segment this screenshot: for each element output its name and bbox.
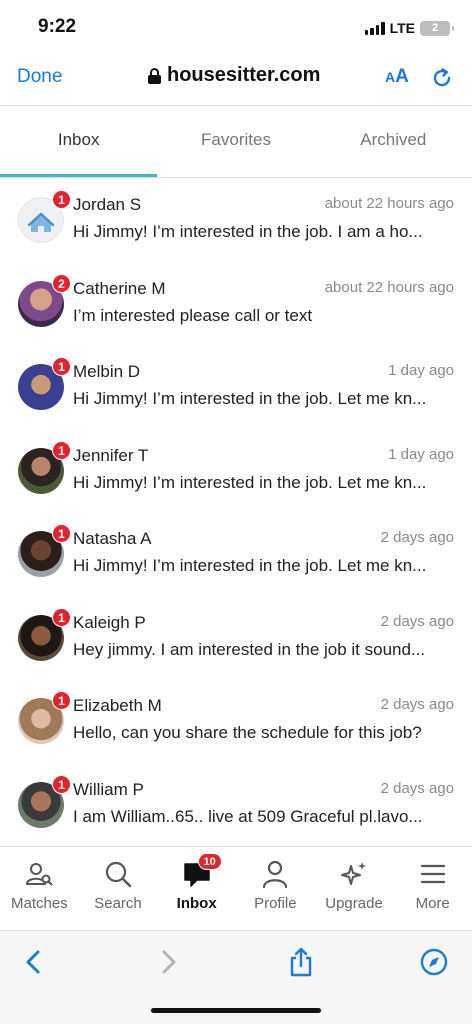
list-item[interactable]: 2 Catherine M about 22 hours ago I’m int… xyxy=(0,263,472,347)
message-time: 1 day ago xyxy=(388,445,454,463)
message-preview: Hi Jimmy! I’m interested in the job. Let… xyxy=(73,472,427,492)
list-item[interactable]: 1 Melbin D 1 day ago Hi Jimmy! I’m inter… xyxy=(0,346,472,430)
nav-label: Inbox xyxy=(176,895,217,912)
unread-badge: 1 xyxy=(52,774,71,794)
sender-name: William P xyxy=(73,779,144,799)
sender-name: Natasha A xyxy=(73,529,152,548)
app-bottom-nav: Matches Search 10 Inbox Profile Upgrade xyxy=(0,846,472,930)
unread-badge: 1 xyxy=(52,190,71,209)
matches-icon xyxy=(26,863,53,886)
nav-label: More xyxy=(415,895,450,912)
sparkle-icon xyxy=(341,862,367,885)
profile-icon xyxy=(263,860,288,889)
nav-label: Matches xyxy=(10,895,68,912)
nav-profile[interactable]: Profile xyxy=(236,847,315,930)
unread-badge: 1 xyxy=(52,691,71,710)
menu-icon xyxy=(420,864,445,884)
inbox-tabs: Inbox Favorites Archived xyxy=(0,106,472,178)
tab-inbox[interactable]: Inbox xyxy=(0,106,158,177)
back-icon[interactable] xyxy=(19,947,49,977)
unread-badge: 1 xyxy=(52,357,71,376)
message-preview: Hey jimmy. I am interested in the job it… xyxy=(73,639,426,659)
status-bar: 9:22 LTE 2 xyxy=(0,0,472,54)
text-size-button[interactable]: AA xyxy=(385,66,409,88)
battery-icon: 2 xyxy=(420,20,454,36)
list-item[interactable]: 1 Kaleigh P 2 days ago Hey jimmy. I am i… xyxy=(0,597,472,681)
sender-name: Jordan S xyxy=(73,195,142,214)
list-item[interactable]: 1 William P 2 days ago I am William..65.… xyxy=(0,764,472,848)
signal-icon xyxy=(364,21,385,35)
nav-label: Upgrade xyxy=(325,895,383,912)
unread-badge: 1 xyxy=(52,524,71,543)
message-preview: Hi Jimmy! I’m interested in the job. Let… xyxy=(73,389,427,408)
list-item[interactable]: 1 Natasha A 2 days ago Hi Jimmy! I’m int… xyxy=(0,513,472,597)
nav-matches[interactable]: Matches xyxy=(0,847,79,930)
nav-more[interactable]: More xyxy=(393,847,472,930)
unread-badge: 2 xyxy=(52,273,71,293)
message-time: about 22 hours ago xyxy=(324,278,454,296)
status-time: 9:22 xyxy=(38,16,77,37)
message-time: 2 days ago xyxy=(380,612,454,630)
forward-icon[interactable] xyxy=(153,947,183,977)
sender-name: Jennifer T xyxy=(73,445,149,465)
network-type: LTE xyxy=(389,20,415,36)
sender-name: Kaleigh P xyxy=(73,612,146,632)
url-display[interactable]: housesitter.com xyxy=(148,64,320,87)
sender-name: Catherine M xyxy=(73,278,166,298)
message-time: about 22 hours ago xyxy=(324,195,454,212)
message-time: 2 days ago xyxy=(380,529,454,546)
done-button[interactable]: Done xyxy=(17,66,62,88)
compass-icon[interactable] xyxy=(419,947,449,977)
sender-name: Elizabeth M xyxy=(73,696,162,715)
nav-label: Search xyxy=(94,895,142,912)
message-preview: I am William..65.. live at 509 Graceful … xyxy=(73,806,423,826)
list-item[interactable]: 1 Jordan S about 22 hours ago Hi Jimmy! … xyxy=(0,179,472,263)
message-preview: I’m interested please call or text xyxy=(73,305,313,325)
nav-inbox[interactable]: 10 Inbox xyxy=(157,847,236,930)
unread-badge: 1 xyxy=(52,440,71,460)
message-time: 2 days ago xyxy=(380,696,454,713)
status-indicators: LTE 2 xyxy=(364,20,454,36)
lock-icon xyxy=(148,67,161,84)
tab-archived[interactable]: Archived xyxy=(315,106,472,177)
nav-upgrade[interactable]: Upgrade xyxy=(315,847,394,930)
search-icon xyxy=(105,861,132,888)
tab-favorites[interactable]: Favorites xyxy=(157,106,314,177)
home-indicator xyxy=(151,1008,321,1013)
message-time: 1 day ago xyxy=(388,362,454,379)
inbox-count-badge: 10 xyxy=(197,853,222,870)
nav-search[interactable]: Search xyxy=(79,847,158,930)
message-list: 1 Jordan S about 22 hours ago Hi Jimmy! … xyxy=(0,179,472,847)
message-preview: Hi Jimmy! I’m interested in the job. I a… xyxy=(73,222,423,241)
browser-header: Done housesitter.com AA xyxy=(0,54,472,106)
unread-badge: 1 xyxy=(52,607,71,627)
list-item[interactable]: 1 Elizabeth M 2 days ago Hello, can you … xyxy=(0,680,472,764)
message-preview: Hi Jimmy! I’m interested in the job. Let… xyxy=(73,556,427,575)
nav-label: Profile xyxy=(254,895,297,912)
sender-name: Melbin D xyxy=(73,362,141,381)
url-text: housesitter.com xyxy=(167,64,321,86)
message-preview: Hello, can you share the schedule for th… xyxy=(73,723,422,742)
reload-icon[interactable] xyxy=(430,66,454,90)
share-icon[interactable] xyxy=(286,947,316,977)
list-item[interactable]: 1 Jennifer T 1 day ago Hi Jimmy! I’m int… xyxy=(0,430,472,514)
message-time: 2 days ago xyxy=(380,779,454,797)
